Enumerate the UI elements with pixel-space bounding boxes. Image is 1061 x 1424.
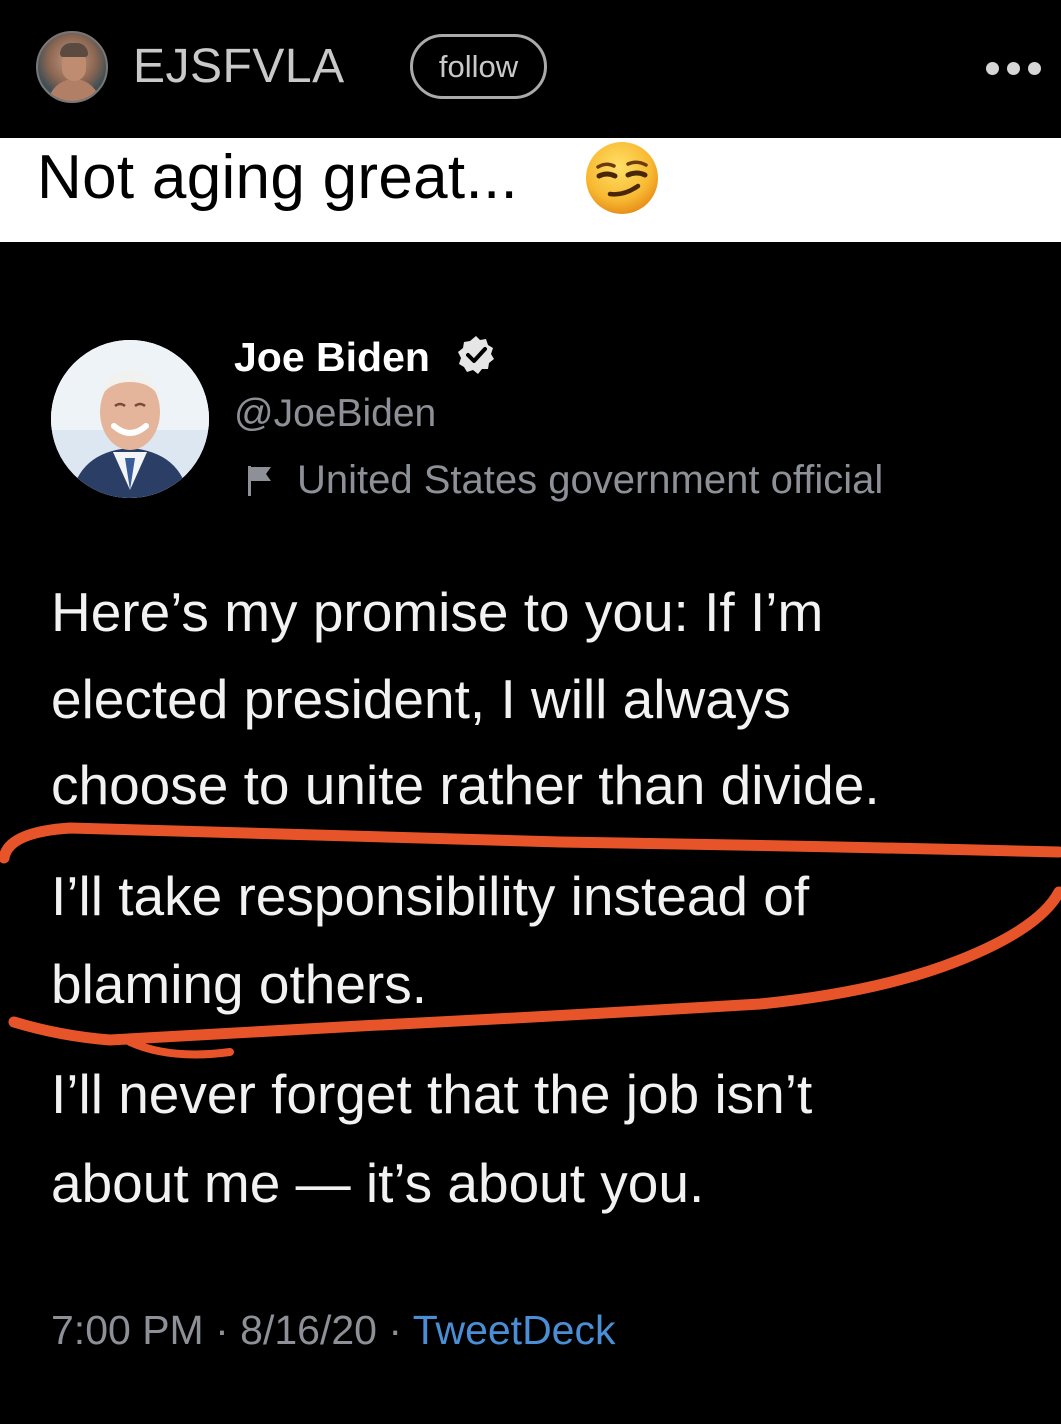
tweet-meta: 7:00 PM · 8/16/20 · TweetDeck xyxy=(51,1305,616,1355)
tweet-text-line: I’ll never forget that the job isn’t xyxy=(51,1063,813,1125)
tweet-source-link[interactable]: TweetDeck xyxy=(413,1307,616,1353)
verified-badge-icon xyxy=(458,336,494,374)
avatar-hair xyxy=(60,43,88,57)
profile-photo[interactable] xyxy=(51,340,209,498)
meta-separator: · xyxy=(388,1307,403,1353)
username[interactable]: EJSFVLA xyxy=(133,39,345,95)
user-handle[interactable]: @JoeBiden xyxy=(234,391,436,437)
post-header: EJSFVLA follow xyxy=(0,0,1061,138)
account-label: United States government official xyxy=(297,458,884,502)
tweet-text-line: choose to unite rather than divide. xyxy=(51,754,880,816)
tweet-date[interactable]: 8/16/20 xyxy=(240,1307,377,1353)
tweet-time[interactable]: 7:00 PM xyxy=(51,1307,204,1353)
meta-separator: · xyxy=(215,1307,229,1353)
tweet-text-line: elected president, I will always xyxy=(51,668,791,730)
display-name[interactable]: Joe Biden xyxy=(234,333,430,381)
smirking-face-icon xyxy=(586,142,658,214)
follow-button[interactable]: follow xyxy=(410,34,547,99)
tweet-text-line-highlighted: I’ll take responsibility instead of xyxy=(51,865,810,927)
more-dots-icon[interactable] xyxy=(986,58,1042,78)
user-avatar[interactable] xyxy=(36,31,108,103)
tweet-text-line-highlighted: blaming others. xyxy=(51,953,428,1015)
flag-icon xyxy=(248,466,271,496)
avatar-torso xyxy=(48,79,100,101)
tweet-text-line: Here’s my promise to you: If I’m xyxy=(51,581,824,643)
post-caption: Not aging great... xyxy=(37,143,519,212)
tweet-text-line: about me — it’s about you. xyxy=(51,1152,705,1214)
